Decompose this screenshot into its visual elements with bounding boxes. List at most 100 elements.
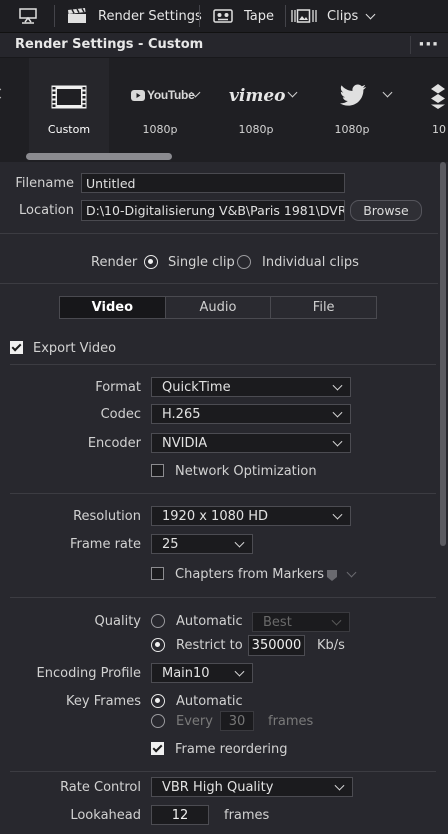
tape-icon [213,9,233,23]
restrict-to-radio[interactable] [151,638,165,652]
location-input[interactable]: D:\10-Digitalisierung V&B\Paris 1981\DVR… [81,200,345,221]
chevron-down-icon [332,407,343,418]
restrict-to-label: Restrict to [176,638,243,653]
key-frames-every-input[interactable]: 30 [220,711,254,731]
preset-youtube[interactable]: YouTube 1080p [120,58,201,162]
marker-icon[interactable] [326,569,338,582]
key-frames-unit: frames [268,714,314,729]
clips-toolbar-button[interactable]: Clips [291,0,376,32]
chapters-from-markers-label: Chapters from Markers [175,567,324,582]
chevron-down-icon [334,780,345,791]
top-toolbar: Render Settings Tape Clips [0,0,448,33]
rate-control-select[interactable]: VBR High Quality [151,777,353,797]
preset-youtube-label: 1080p [142,123,178,136]
network-optimization-checkbox[interactable] [151,464,164,477]
clips-icon [291,9,317,23]
vertical-scrollbar[interactable] [440,162,446,546]
tape-toolbar-button[interactable]: Tape [213,0,274,32]
render-label: Render [91,255,138,270]
preset-custom[interactable]: Custom [29,58,109,153]
quality-label: Quality [94,614,141,629]
frame-reordering-checkbox[interactable] [151,742,164,755]
chevron-down-icon [331,615,342,626]
key-frames-automatic-label: Automatic [176,694,243,709]
frame-rate-label: Frame rate [69,537,141,552]
youtube-logo: YouTube [131,88,195,102]
key-frames-every-radio[interactable] [151,714,165,728]
dropbox-icon [431,84,445,109]
preset-dropbox-label: 10 [432,123,446,136]
resolution-select[interactable]: 1920 x 1080 HD [151,506,351,526]
quality-automatic-radio[interactable] [151,614,165,628]
tape-label: Tape [244,8,275,24]
browse-button[interactable]: Browse [350,200,422,221]
render-settings-label: Render Settings [98,8,202,24]
frame-rate-select[interactable]: 25 [151,534,253,554]
clips-label: Clips [327,8,359,24]
format-select[interactable]: QuickTime [151,377,351,397]
export-video-label: Export Video [33,341,117,356]
quality-automatic-label: Automatic [176,614,243,629]
network-optimization-label: Network Optimization [175,464,317,479]
chevron-down-icon [332,380,343,391]
chevron-down-icon[interactable] [346,567,357,578]
codec-select[interactable]: H.265 [151,404,351,424]
render-settings-toolbar-button[interactable]: Render Settings [67,0,202,32]
individual-clips-radio[interactable] [237,255,251,269]
resolution-label: Resolution [73,509,141,524]
filename-input[interactable]: Untitled [81,173,345,193]
preset-scrollbar[interactable] [26,153,172,160]
location-label: Location [19,203,74,218]
twitter-bird-icon [339,84,367,106]
clapper-icon [68,8,86,23]
youtube-play-icon [131,89,145,101]
key-frames-automatic-radio[interactable] [151,694,165,708]
preset-vimeo-label: 1080p [238,123,274,136]
panel-header: Render Settings - Custom ··· [0,33,448,58]
options-menu-icon[interactable]: ··· [418,34,439,55]
filename-label: Filename [15,176,74,191]
tab-file[interactable]: File [271,297,376,318]
lookahead-input[interactable]: 12 [151,805,209,825]
tab-video[interactable]: Video [60,297,166,318]
rate-control-label: Rate Control [60,780,141,795]
frame-reordering-label: Frame reordering [175,742,288,757]
preset-twitter-label: 1080p [334,123,370,136]
vimeo-logo: vimeo [229,86,286,106]
film-icon [51,85,87,109]
codec-label: Codec [100,407,141,422]
panel-title: Render Settings - Custom [15,37,204,52]
chevron-down-icon [234,666,245,677]
lookahead-unit: frames [224,808,270,823]
individual-clips-label: Individual clips [262,255,359,270]
chevron-down-icon [332,436,343,447]
chevron-down-icon [234,537,245,548]
chevron-down-icon[interactable] [382,87,393,98]
chapters-from-markers-checkbox[interactable] [151,567,164,580]
output-tabs: Video Audio File [59,296,377,319]
preset-vimeo[interactable]: vimeo 1080p [216,58,298,162]
chevron-down-icon [365,9,376,19]
bitrate-input[interactable]: 350000 [248,635,305,656]
single-clip-radio[interactable] [144,255,158,269]
single-clip-label: Single clip [168,255,235,270]
bitrate-unit: Kb/s [317,638,345,653]
render-queue-icon[interactable] [18,0,38,32]
tab-audio[interactable]: Audio [166,297,272,318]
lookahead-label: Lookahead [70,808,141,823]
chevron-left-icon[interactable] [0,88,6,99]
quality-best-select[interactable]: Best [252,612,350,632]
chevron-down-icon[interactable] [287,87,298,98]
encoder-label: Encoder [87,436,141,451]
chevron-down-icon [332,509,343,520]
encoding-profile-select[interactable]: Main10 [151,663,253,683]
preset-twitter[interactable]: 1080p [312,58,393,162]
format-label: Format [95,380,141,395]
key-frames-every-label: Every [176,714,213,729]
preset-strip: Custom YouTube 1080p vimeo 1080p 1080p 1… [0,58,448,162]
encoder-select[interactable]: NVIDIA [151,433,351,453]
export-video-checkbox[interactable] [10,341,23,354]
preset-custom-label: Custom [47,123,91,136]
encoding-profile-label: Encoding Profile [36,666,141,681]
preset-dropbox[interactable]: 10 [408,58,448,162]
